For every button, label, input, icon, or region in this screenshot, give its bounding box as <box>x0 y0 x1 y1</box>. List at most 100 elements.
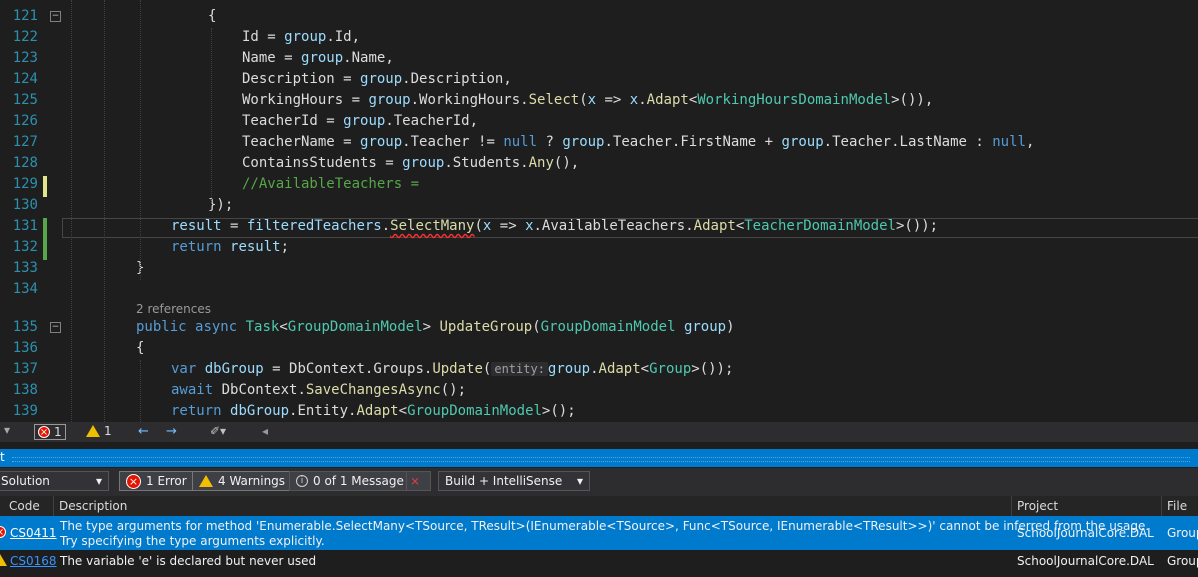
code-line[interactable]: 121 { <box>0 6 1198 27</box>
error-indicator[interactable]: × 1 <box>34 424 66 440</box>
code-line[interactable]: 130}); <box>0 195 1198 216</box>
warnings-filter-button[interactable]: 4 Warnings <box>192 471 293 491</box>
code-token: < <box>398 403 408 419</box>
code-token: . <box>381 218 391 234</box>
code-line[interactable]: 125 WorkingHours = group.WorkingHours.Sel… <box>0 90 1198 111</box>
code-token: .Teacher.FirstName + <box>604 134 782 150</box>
code-line[interactable]: 133} <box>0 258 1198 279</box>
collapse-toggle-icon[interactable]: − <box>50 11 61 22</box>
code-line[interactable]: 124 Description = group.Description, <box>0 69 1198 90</box>
code-token: > <box>422 319 440 335</box>
zoom-dropdown-icon[interactable]: ▾ <box>4 423 10 437</box>
code-token: group <box>547 361 591 377</box>
code-token: Group <box>649 361 692 377</box>
code-line[interactable]: 127 TeacherName = group.Teacher != null ?… <box>0 132 1198 153</box>
code-line[interactable]: 129 //AvailableTeachers = <box>0 174 1198 195</box>
line-number: 132 <box>12 239 38 255</box>
code-token: var <box>171 361 197 377</box>
code-line[interactable]: 132 return result; <box>0 237 1198 258</box>
scope-dropdown[interactable]: Solution ▾ <box>0 471 109 491</box>
error-description-line1: The type arguments for method 'Enumerabl… <box>60 519 1150 533</box>
error-code-link[interactable]: CS0411 <box>10 526 57 540</box>
line-number: 137 <box>12 361 38 377</box>
error-list-toolbar: Solution ▾ × 1 Error 4 Warnings i 0 of 1… <box>0 468 1198 496</box>
code-token: UpdateGroup <box>439 319 533 335</box>
column-header-file[interactable]: File <box>1167 499 1187 513</box>
code-token: group <box>368 92 411 108</box>
code-token: WorkingHoursDomainModel <box>697 92 892 108</box>
code-text: TeacherName = group.Teacher != null ? gr… <box>242 132 1034 153</box>
build-filter-dropdown[interactable]: Build + IntelliSense ▾ <box>438 471 590 491</box>
code-token: null <box>503 134 538 150</box>
warning-row[interactable]: CS0168 The variable 'e' is declared but … <box>0 551 1198 571</box>
error-list-header: Code Description Project File <box>0 496 1198 516</box>
column-header-project[interactable]: Project <box>1017 499 1058 513</box>
indent-guide <box>104 0 105 422</box>
code-token: = <box>221 218 247 234</box>
code-line[interactable]: 135 public async Task<GroupDomainModel> U… <box>0 317 1198 338</box>
code-token: => <box>596 92 630 108</box>
column-header-description[interactable]: Description <box>59 499 127 513</box>
code-line[interactable]: 137 var dbGroup = DbContext.Groups.Update… <box>0 359 1198 380</box>
code-token: SaveChangesAsync <box>305 382 441 398</box>
code-line[interactable]: 134 <box>0 279 1198 300</box>
code-line[interactable]: 126 TeacherId = group.TeacherId, <box>0 111 1198 132</box>
code-line[interactable]: 136 { <box>0 338 1198 359</box>
code-token: TeacherName = <box>242 134 361 150</box>
line-number: 123 <box>12 50 38 66</box>
navigate-back-icon[interactable]: ← <box>138 424 149 439</box>
code-token: GroupDomainModel <box>287 319 423 335</box>
error-list-title-bar[interactable]: t <box>0 449 1198 467</box>
scope-value: Solution <box>1 474 50 488</box>
code-token: ContainsStudents = <box>242 155 403 171</box>
line-number: 122 <box>12 29 38 45</box>
code-line[interactable]: 128 ContainsStudents = group.Students.Any… <box>0 153 1198 174</box>
code-line[interactable]: 139 return dbGroup.Entity.Adapt<GroupDoma… <box>0 401 1198 422</box>
line-number: 134 <box>12 281 38 297</box>
errors-filter-button[interactable]: × 1 Error <box>119 471 194 491</box>
line-number: 128 <box>12 155 38 171</box>
code-token: Adapt <box>693 218 736 234</box>
error-description-line2: Try specifying the type arguments explic… <box>60 534 325 548</box>
codelens-references[interactable]: 2 references <box>136 302 211 316</box>
code-token: group <box>402 155 445 171</box>
code-cleanup-icon[interactable]: ✐▾ <box>210 424 226 438</box>
code-token: return <box>171 239 222 255</box>
code-token: . <box>590 361 599 377</box>
code-token: group <box>360 134 403 150</box>
code-token: null <box>992 134 1026 150</box>
clear-filter-button[interactable]: ⨯ <box>406 471 431 491</box>
code-token: = DbContext.Groups. <box>263 361 433 377</box>
code-token: GroupDomainModel <box>540 319 676 335</box>
code-token: .Name, <box>343 50 394 66</box>
code-token: >()); <box>895 218 939 234</box>
scroll-left-icon[interactable]: ◂ <box>262 424 268 438</box>
warning-indicator[interactable]: 1 <box>86 424 112 438</box>
messages-filter-button[interactable]: i 0 of 1 Message <box>289 471 411 491</box>
code-token: group <box>683 319 727 335</box>
title-grip <box>12 457 1190 462</box>
code-token: group <box>301 50 344 66</box>
code-token: .TeacherId, <box>385 113 479 129</box>
code-line[interactable]: 131 result = filteredTeachers.SelectMany(… <box>0 216 1198 237</box>
code-token: x <box>629 92 639 108</box>
code-token: await <box>171 382 214 398</box>
code-token: dbGroup <box>230 403 290 419</box>
code-token: Adapt <box>646 92 689 108</box>
column-header-code[interactable]: Code <box>9 499 40 513</box>
code-token: result <box>230 239 281 255</box>
navigate-forward-icon[interactable]: → <box>166 424 177 439</box>
warning-count: 1 <box>104 424 112 438</box>
code-line[interactable]: 122 Id = group.Id, <box>0 27 1198 48</box>
code-line[interactable]: 123 Name = group.Name, <box>0 48 1198 69</box>
collapse-toggle-icon[interactable]: − <box>50 322 61 333</box>
code-token: (); <box>440 382 467 398</box>
code-line[interactable]: 138 await DbContext.SaveChangesAsync(); <box>0 380 1198 401</box>
code-token: Task <box>245 319 280 335</box>
warning-code-link[interactable]: CS0168 <box>10 554 57 568</box>
code-editor[interactable]: 121{122 Id = group.Id, 123 Name = group.Nam… <box>0 0 1198 422</box>
code-token: Select <box>528 92 580 108</box>
error-row-selected[interactable]: × CS0411 The type arguments for method '… <box>0 516 1198 550</box>
